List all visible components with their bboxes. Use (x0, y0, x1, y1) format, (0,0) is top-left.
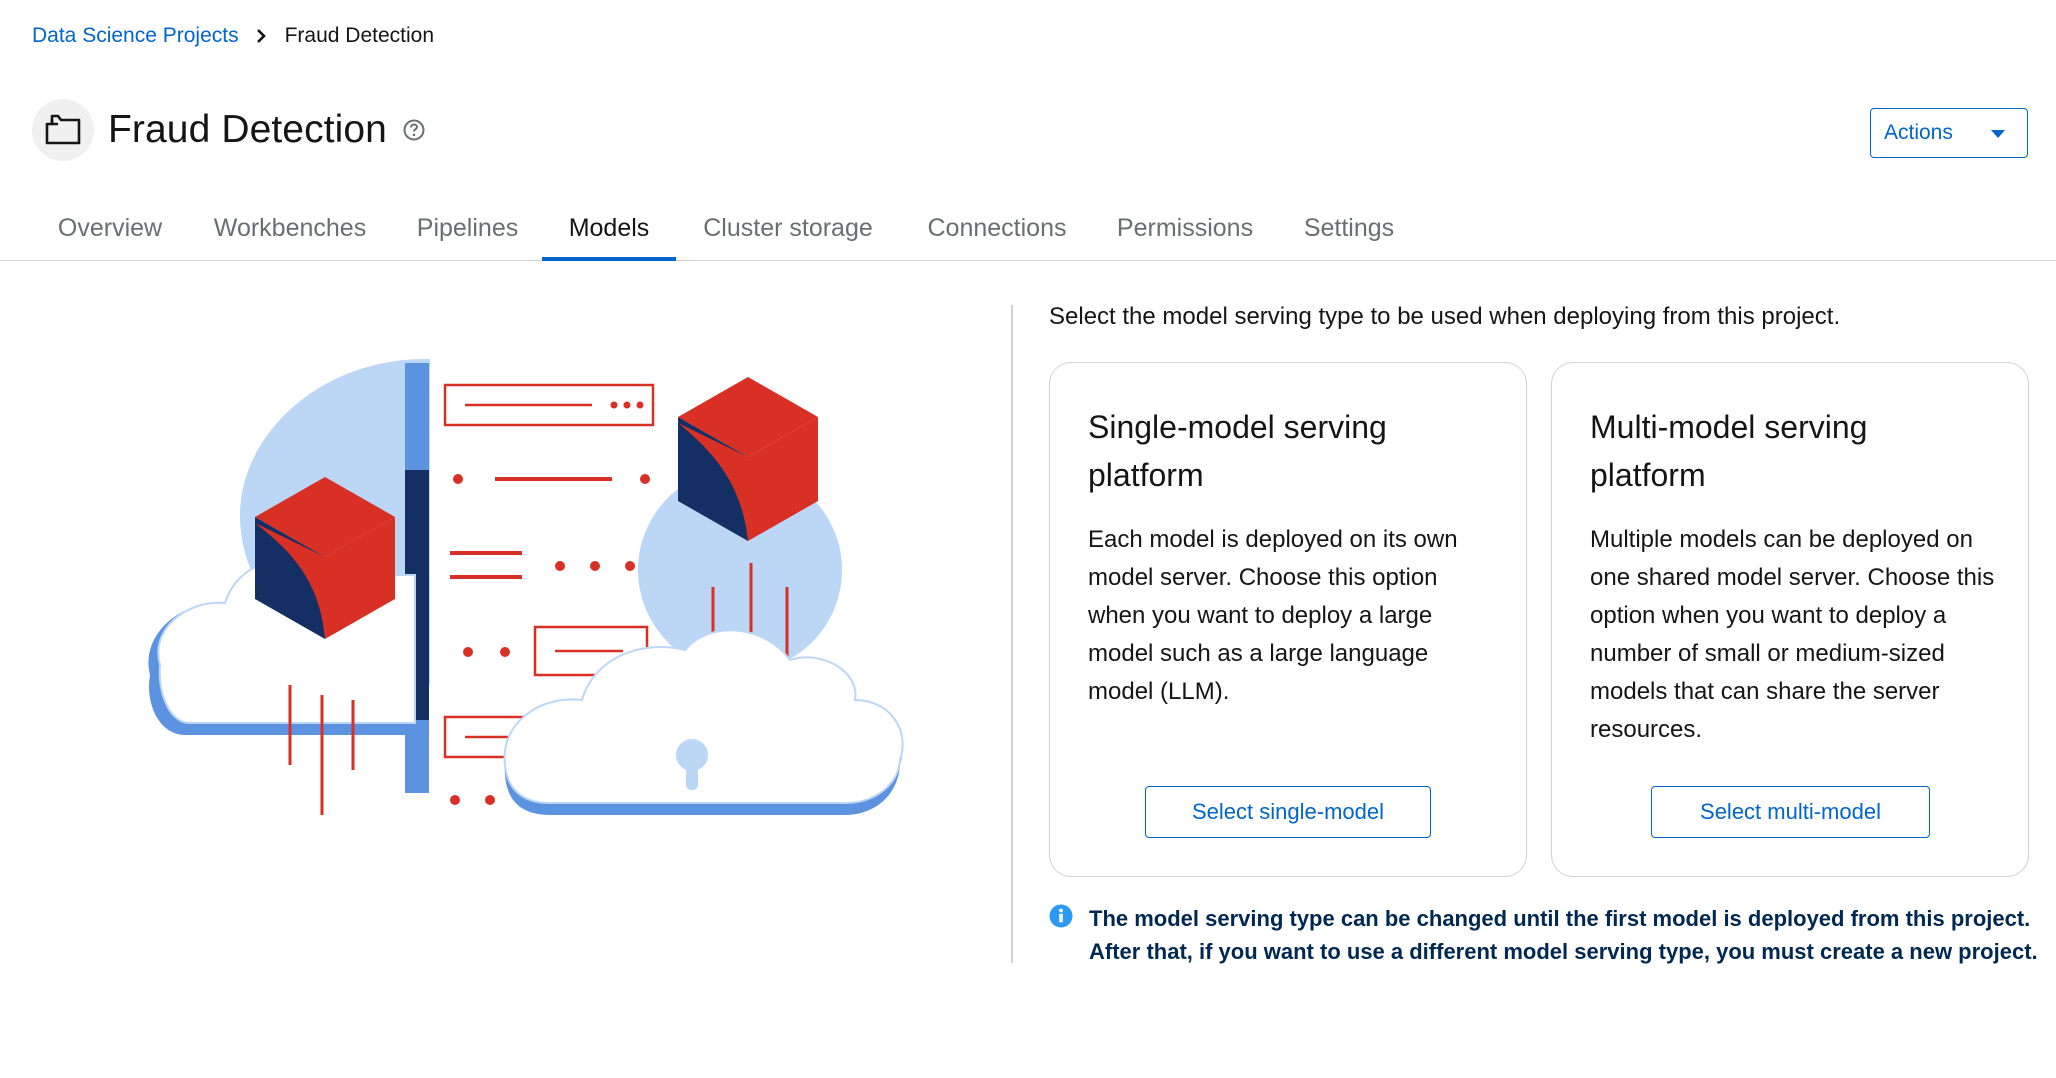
actions-dropdown[interactable]: Actions (1870, 108, 2028, 158)
model-serving-illustration (148, 358, 904, 815)
single-model-card-title: Single-model serving platform (1088, 409, 1387, 493)
tab-pipelines[interactable]: Pipelines (404, 204, 531, 261)
serving-type-intro: Select the model serving type to be used… (1049, 303, 1841, 330)
chevron-right-icon (255, 28, 267, 44)
select-single-model-button[interactable]: Select single-model (1145, 786, 1431, 838)
select-multi-model-button[interactable]: Select multi-model (1651, 786, 1930, 838)
help-icon[interactable] (403, 119, 425, 141)
project-tabs: Overview Workbenches Pipelines Models Cl… (0, 204, 2056, 261)
breadcrumb: Data Science Projects Fraud Detection (32, 24, 434, 48)
info-icon (1049, 904, 1073, 968)
content-divider (1011, 305, 1013, 963)
project-folder-icon (32, 99, 94, 162)
caret-down-icon (1991, 121, 2005, 145)
multi-model-card-description: Multiple models can be deployed on one s… (1590, 526, 1995, 743)
tab-models[interactable]: Models (542, 204, 676, 261)
actions-label: Actions (1884, 121, 1953, 144)
multi-model-card: Multi-model serving platform Multiple mo… (1551, 362, 2029, 877)
breadcrumb-current: Fraud Detection (284, 24, 435, 47)
breadcrumb-link-projects[interactable]: Data Science Projects (32, 24, 239, 48)
multi-model-card-title: Multi-model serving platform (1590, 409, 1868, 493)
single-model-card-description: Each model is deployed on its own model … (1088, 526, 1458, 705)
page-title: Fraud Detection (108, 108, 387, 152)
serving-type-info-alert: The model serving type can be changed un… (1049, 902, 2056, 968)
cloud-lock-icon (503, 629, 904, 815)
tab-connections[interactable]: Connections (906, 204, 1088, 261)
serving-type-info-text: The model serving type can be changed un… (1089, 906, 2038, 964)
tab-overview[interactable]: Overview (42, 204, 178, 261)
tab-cluster-storage[interactable]: Cluster storage (692, 204, 884, 261)
single-model-card: Single-model serving platform Each model… (1049, 362, 1527, 877)
tab-workbenches[interactable]: Workbenches (196, 204, 384, 261)
tab-permissions[interactable]: Permissions (1108, 204, 1262, 261)
tab-settings[interactable]: Settings (1290, 204, 1408, 261)
page-header: Fraud Detection (32, 82, 425, 178)
